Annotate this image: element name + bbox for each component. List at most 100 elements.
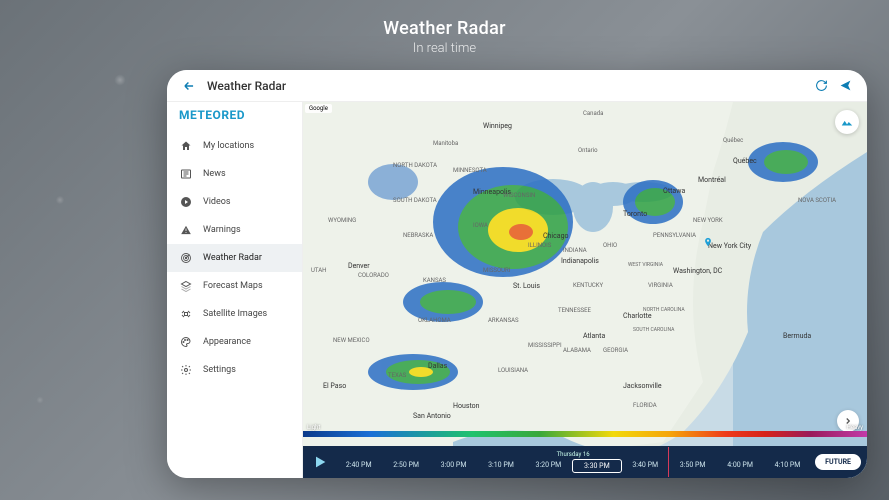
layers-icon	[179, 279, 193, 293]
map-label-state: OHIO	[603, 242, 617, 249]
sidebar-item-appearance[interactable]: Appearance	[167, 328, 302, 356]
map-label-state: ILLINOIS	[528, 242, 551, 249]
map-label-city: Houston	[453, 402, 480, 410]
play-circle-icon	[179, 195, 193, 209]
timeline-tick[interactable]: 3:50 PM	[669, 459, 716, 473]
sidebar-item-videos[interactable]: Videos	[167, 188, 302, 216]
map-label-city: Winnipeg	[483, 122, 512, 130]
timeline-tick[interactable]: 3:30 PM	[572, 459, 621, 473]
future-button[interactable]: FUTURE	[815, 454, 861, 470]
play-button[interactable]	[309, 451, 331, 473]
map-label-state: COLORADO	[358, 272, 389, 279]
timeline-tick[interactable]: 4:00 PM	[716, 459, 763, 473]
map-label-state: KANSAS	[423, 277, 446, 284]
map-label-state: ARKANSAS	[488, 317, 519, 324]
timeline-date: Thursday 16	[335, 451, 811, 458]
timeline-tick[interactable]: 4:10 PM	[764, 459, 811, 473]
hero-subtitle: In real time	[0, 41, 889, 56]
map-label-region: NOVA SCOTIA	[798, 197, 836, 204]
map-label-city: Dallas	[428, 362, 447, 370]
sidebar-item-news[interactable]: News	[167, 160, 302, 188]
home-icon	[179, 139, 193, 153]
timeline-tick[interactable]: 3:20 PM	[525, 459, 572, 473]
sidebar-item-settings[interactable]: Settings	[167, 356, 302, 384]
intensity-low-label: Light	[307, 424, 320, 431]
map-label-state: UTAH	[311, 267, 326, 274]
map-label-state: OKLAHOMA	[418, 317, 451, 324]
map-label-state: NEW YORK	[693, 217, 723, 224]
share-icon	[839, 79, 852, 92]
map-label-state: NEW MEXICO	[333, 337, 370, 344]
intensity-high-label: Heavy	[847, 424, 863, 431]
sidebar-item-weather-radar[interactable]: Weather Radar	[167, 244, 302, 272]
timeline: Thursday 16 2:40 PM2:50 PM3:00 PM3:10 PM…	[303, 446, 867, 478]
map-label-city: Washington, DC	[673, 267, 722, 275]
map-label-city: Québec	[733, 157, 757, 165]
map-label-state: IOWA	[473, 222, 488, 229]
app-header: Weather Radar	[167, 70, 867, 102]
newspaper-icon	[179, 167, 193, 181]
map-label-city: El Paso	[323, 382, 346, 390]
map-canvas[interactable]	[303, 102, 867, 478]
map-label-state: WEST VIRGINIA	[628, 262, 663, 268]
map-label-state: KENTUCKY	[573, 282, 603, 289]
sidebar-item-label: Videos	[203, 197, 231, 207]
timeline-tick[interactable]: 2:40 PM	[335, 459, 382, 473]
radar-icon	[179, 251, 193, 265]
map-label-city: Indianapolis	[561, 257, 599, 265]
map-label-state: WYOMING	[328, 217, 356, 224]
map-label-state: TENNESSEE	[558, 307, 591, 314]
map-label-city: Atlanta	[583, 332, 605, 340]
map-label-state: WISCONSIN	[503, 192, 535, 199]
map-label-state: NORTH DAKOTA	[393, 162, 437, 169]
map-label-state: TEXAS	[388, 372, 406, 379]
timeline-tick[interactable]: 3:40 PM	[622, 459, 669, 473]
map-label-state: MISSOURI	[483, 267, 510, 274]
map-label-city: Montréal	[698, 176, 726, 184]
hero-title: Weather Radar In real time	[0, 18, 889, 56]
map-label-state: FLORIDA	[633, 402, 657, 409]
gear-icon	[179, 363, 193, 377]
map-area[interactable]: Google Canada Winnipeg Toronto Ottawa Mo…	[303, 102, 867, 478]
sidebar: METEORED My locationsNewsVideosWarningsW…	[167, 102, 303, 478]
map-attribution: Google	[305, 104, 332, 113]
map-label-city: San Antonio	[413, 412, 451, 420]
map-label-state: MINNESOTA	[453, 167, 487, 174]
sidebar-item-satellite-images[interactable]: Satellite Images	[167, 300, 302, 328]
timeline-tick[interactable]: 3:00 PM	[430, 459, 477, 473]
map-label-state: VIRGINIA	[648, 282, 673, 289]
terrain-icon	[840, 115, 854, 129]
map-label-province: Québec	[723, 137, 743, 144]
map-label-state: SOUTH CAROLINA	[633, 327, 674, 333]
map-label-city: Jacksonville	[623, 382, 662, 390]
map-label-state: LOUISIANA	[498, 367, 528, 374]
timeline-tick[interactable]: 3:10 PM	[477, 459, 524, 473]
refresh-icon	[815, 79, 828, 92]
map-label-city: Denver	[348, 262, 370, 270]
sidebar-item-forecast-maps[interactable]: Forecast Maps	[167, 272, 302, 300]
map-label-country: Canada	[583, 110, 603, 117]
play-icon	[312, 454, 328, 470]
share-button[interactable]	[833, 74, 857, 98]
terrain-toggle-button[interactable]	[835, 110, 859, 134]
page-title: Weather Radar	[201, 79, 809, 93]
map-label-state: NEBRASKA	[403, 232, 433, 239]
sidebar-item-label: My locations	[203, 141, 254, 151]
sidebar-item-warnings[interactable]: Warnings	[167, 216, 302, 244]
sidebar-item-label: News	[203, 169, 226, 179]
sidebar-item-label: Forecast Maps	[203, 281, 263, 291]
map-label-city: Charlotte	[623, 312, 652, 320]
back-button[interactable]	[177, 74, 201, 98]
sidebar-item-my-locations[interactable]: My locations	[167, 132, 302, 160]
map-label-city: Toronto	[623, 210, 647, 218]
future-divider	[668, 447, 669, 477]
timeline-tick[interactable]: 2:50 PM	[382, 459, 429, 473]
map-label-state: MISSISSIPPI	[528, 342, 562, 349]
map-label-city: St. Louis	[513, 282, 540, 290]
palette-icon	[179, 335, 193, 349]
map-label-island: Bermuda	[783, 332, 811, 340]
sidebar-item-label: Satellite Images	[203, 309, 267, 319]
map-label-state: SOUTH DAKOTA	[393, 197, 437, 204]
map-label-city: Ottawa	[663, 187, 685, 195]
refresh-button[interactable]	[809, 74, 833, 98]
